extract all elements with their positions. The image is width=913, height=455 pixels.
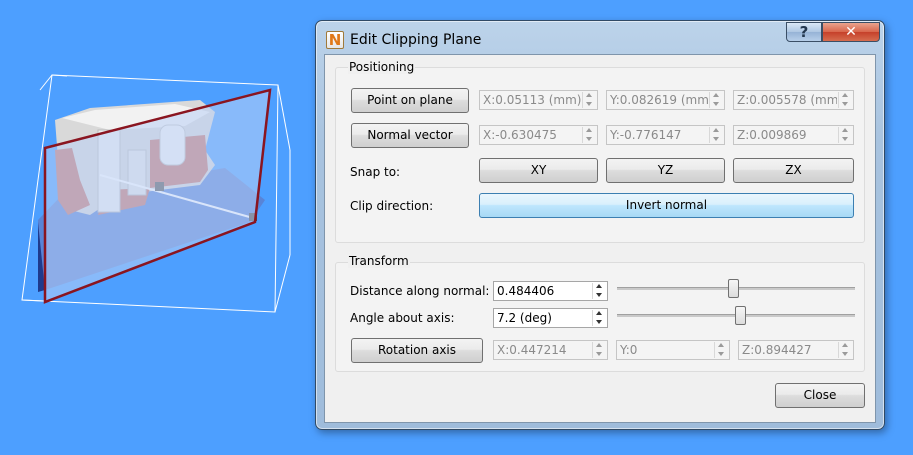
- spin-up-icon[interactable]: [583, 92, 596, 100]
- angle-field[interactable]: 7.2 (deg): [493, 308, 608, 328]
- close-button[interactable]: Close: [775, 383, 865, 408]
- spin-up-icon[interactable]: [715, 342, 728, 350]
- invert-normal-button[interactable]: Invert normal: [479, 193, 854, 218]
- edit-clipping-plane-dialog: N Edit Clipping Plane ? ✕ Positioning Po…: [315, 20, 885, 430]
- spin-up-icon[interactable]: [583, 127, 596, 135]
- title-bar[interactable]: N Edit Clipping Plane ? ✕: [316, 21, 884, 53]
- spin-up-icon[interactable]: [593, 342, 606, 350]
- slider-handle[interactable]: [728, 279, 739, 298]
- distance-label: Distance along normal:: [350, 284, 490, 298]
- spin-up-icon[interactable]: [710, 127, 723, 135]
- normal-x-field[interactable]: X:-0.630475: [479, 125, 598, 145]
- spin-down-icon[interactable]: [593, 291, 606, 299]
- spin-up-icon[interactable]: [839, 92, 852, 100]
- spin-down-icon[interactable]: [839, 135, 852, 143]
- snap-zx-button[interactable]: ZX: [733, 158, 854, 183]
- spin-down-icon[interactable]: [839, 350, 852, 358]
- help-button[interactable]: ?: [786, 22, 822, 42]
- spin-down-icon[interactable]: [715, 350, 728, 358]
- clip-direction-label: Clip direction:: [350, 199, 434, 213]
- spin-down-icon[interactable]: [710, 135, 723, 143]
- spin-up-icon[interactable]: [710, 92, 723, 100]
- spin-down-icon[interactable]: [583, 100, 596, 108]
- axis-x-field[interactable]: X:0.447214: [493, 340, 608, 360]
- axis-z-field[interactable]: Z:0.894427: [738, 340, 854, 360]
- spin-up-icon[interactable]: [593, 283, 606, 291]
- spin-down-icon[interactable]: [839, 100, 852, 108]
- axis-y-field[interactable]: Y:0: [616, 340, 730, 360]
- distance-field[interactable]: 0.484406: [493, 281, 608, 301]
- spin-down-icon[interactable]: [593, 350, 606, 358]
- dialog-client-area: Positioning Point on plane X:0.05113 (mm…: [324, 54, 876, 423]
- point-on-plane-button[interactable]: Point on plane: [351, 88, 469, 113]
- app-icon: N: [326, 31, 344, 49]
- clipped-model-scene: [21, 74, 291, 313]
- spin-up-icon[interactable]: [593, 310, 606, 318]
- spin-up-icon[interactable]: [839, 127, 852, 135]
- 3d-viewport[interactable]: [0, 0, 315, 452]
- normal-z-field[interactable]: Z:0.009869: [733, 125, 854, 145]
- normal-y-field[interactable]: Y:-0.776147: [606, 125, 725, 145]
- dialog-title: Edit Clipping Plane: [350, 32, 482, 48]
- snap-yz-button[interactable]: YZ: [606, 158, 725, 183]
- point-z-field[interactable]: Z:0.005578 (mm): [733, 90, 854, 110]
- snap-xy-button[interactable]: XY: [479, 158, 598, 183]
- slider-handle[interactable]: [735, 306, 746, 325]
- spin-down-icon[interactable]: [583, 135, 596, 143]
- spin-up-icon[interactable]: [839, 342, 852, 350]
- transform-group-title: Transform: [348, 254, 410, 268]
- angle-slider[interactable]: [617, 306, 855, 326]
- spin-down-icon[interactable]: [710, 100, 723, 108]
- point-x-field[interactable]: X:0.05113 (mm): [479, 90, 598, 110]
- distance-slider[interactable]: [617, 279, 855, 299]
- normal-vector-button[interactable]: Normal vector: [351, 123, 469, 148]
- snap-to-label: Snap to:: [350, 165, 401, 179]
- point-y-field[interactable]: Y:0.082619 (mm): [606, 90, 725, 110]
- rotation-axis-button[interactable]: Rotation axis: [351, 338, 483, 363]
- angle-label: Angle about axis:: [350, 311, 455, 325]
- close-window-button[interactable]: ✕: [822, 22, 880, 42]
- positioning-group-title: Positioning: [348, 60, 416, 74]
- spin-down-icon[interactable]: [593, 318, 606, 326]
